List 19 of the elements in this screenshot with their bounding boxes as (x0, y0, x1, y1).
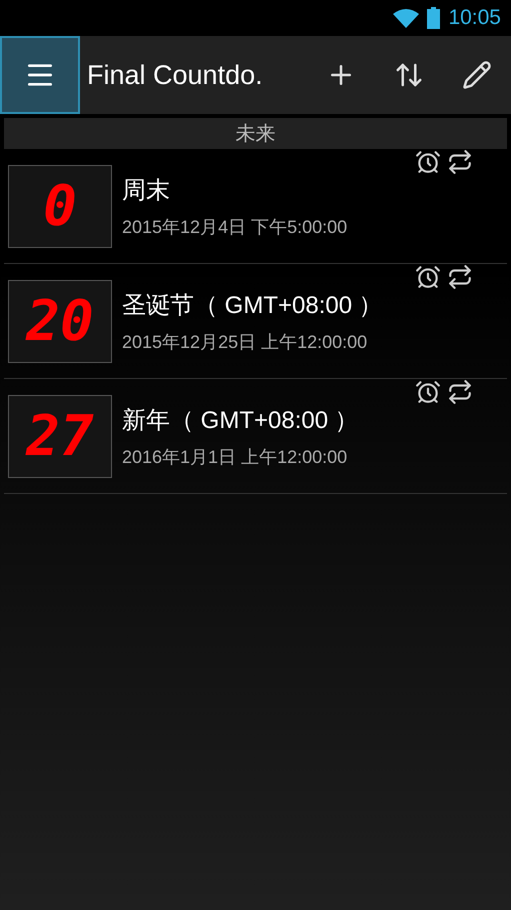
event-date: 2015年12月25日 上午12:00:00 (122, 330, 368, 354)
event-row[interactable]: 0 周末 2015年12月4日 下午5:00:00 (4, 149, 507, 264)
event-date: 2015年12月4日 下午5:00:00 (122, 216, 348, 238)
event-title: 圣诞节（ GMT+08:00 ） (122, 290, 383, 320)
event-title: 周末 (122, 176, 171, 206)
wifi-icon (393, 8, 420, 28)
day-counter: 27 (8, 394, 112, 478)
day-counter: 0 (8, 164, 112, 248)
section-header: 未来 (4, 118, 507, 149)
clock-time: 10:05 (448, 6, 501, 30)
event-date: 2016年1月1日 上午12:00:00 (122, 446, 348, 468)
event-title: 新年（ GMT+08:00 ） (122, 406, 359, 436)
app-title: Final Countdo. (87, 60, 264, 90)
event-row[interactable]: 20 圣诞节（ GMT+08:00 ） 2015年12月25日 上午12:00:00 (4, 264, 507, 379)
battery-icon (427, 7, 440, 29)
menu-button[interactable] (0, 36, 80, 114)
pencil-icon (462, 60, 492, 90)
day-counter: 20 (8, 280, 112, 362)
event-row[interactable]: 27 新年（ GMT+08:00 ） 2016年1月1日 上午12:00:00 (4, 379, 507, 494)
